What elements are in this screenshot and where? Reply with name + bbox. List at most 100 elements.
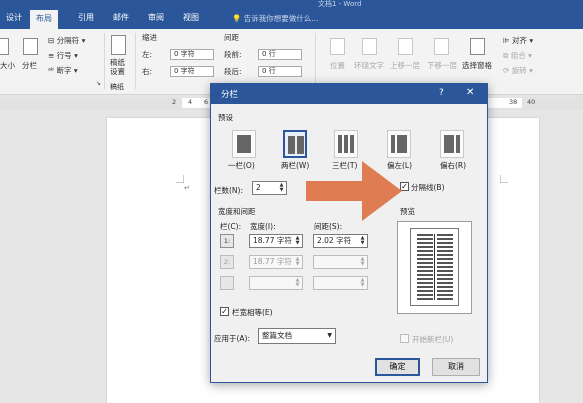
column-2-width-value: 18.77 字符 [253, 257, 292, 266]
column-2-width-field[interactable]: 18.77 字符 ▲ ▼ [249, 255, 303, 269]
divider-label: 分隔线(B) [411, 183, 445, 192]
three-columns-icon [350, 135, 354, 153]
wrap-text-button[interactable]: 环绕文字 [354, 60, 384, 71]
ruler-number: 40 [527, 98, 536, 106]
apply-to-value: 整篇文档 [262, 331, 292, 340]
preset-three-columns[interactable] [334, 130, 358, 158]
draft-paper-group-label: 稿纸 [110, 83, 124, 91]
ok-button[interactable]: 确定 [375, 358, 420, 376]
position-button[interactable]: 位置 [330, 60, 345, 71]
column-1-width-field[interactable]: 18.77 字符 ▲ ▼ [249, 234, 303, 248]
spinner-arrows-icon[interactable]: ▲ ▼ [359, 257, 366, 267]
apply-to-select[interactable]: 整篇文档 ▼ [258, 328, 336, 344]
rotate-button[interactable]: ⟳ 旋转 ▾ [503, 65, 533, 76]
ruler-number: 6 [204, 98, 209, 106]
title-bar: 文档1 - Word [0, 0, 583, 8]
preset-right[interactable] [440, 130, 464, 158]
preset-one-column[interactable] [232, 130, 256, 158]
line-numbers-button[interactable]: ≡ 行号 ▾ [48, 50, 78, 61]
spinner-arrows-icon[interactable]: ▲ ▼ [294, 278, 301, 288]
new-column-checkbox[interactable] [400, 334, 409, 343]
apply-to-label: 应用于(A): [214, 334, 251, 343]
line-numbers-label: 行号 [56, 51, 72, 60]
column-3-spacing-field[interactable]: ▲ ▼ [313, 276, 368, 290]
spinner-arrows-icon[interactable]: ▲ ▼ [278, 183, 285, 193]
align-button[interactable]: ⊫ 对齐 ▾ [503, 35, 533, 46]
dialog-title: 分栏 [221, 90, 239, 100]
columns-button[interactable]: 分栏 [22, 60, 37, 71]
spinner-arrows-icon[interactable]: ▲ ▼ [359, 278, 366, 288]
paragraph-mark-icon: ↵ [184, 184, 190, 192]
send-backward-icon [434, 38, 449, 55]
crop-mark-icon [500, 175, 508, 183]
column-3-button[interactable] [220, 276, 234, 290]
selection-pane-icon [470, 38, 485, 55]
hyphenation-button[interactable]: ᵃᵇ 断字 ▾ [48, 65, 78, 76]
crop-mark-icon [176, 175, 184, 183]
three-columns-icon [344, 135, 348, 153]
tell-me-text: 告诉我你想要做什么... [243, 14, 319, 23]
spacing-before-spinner[interactable]: 0 行 [258, 49, 302, 60]
tab-view[interactable]: 视图 [183, 12, 199, 23]
tab-review[interactable]: 审阅 [148, 12, 164, 23]
tab-design[interactable]: 设计 [6, 12, 22, 23]
hyphenation-icon: ᵃᵇ [48, 66, 55, 75]
group-icon: ⧉ [503, 51, 509, 60]
spinner-arrows-icon[interactable]: ▲ ▼ [359, 236, 366, 246]
draft-paper-setting-button[interactable]: 稿纸设置 [110, 58, 132, 76]
ribbon-separator [135, 33, 136, 89]
equal-width-label: 栏宽相等(E) [232, 308, 273, 317]
cancel-button[interactable]: 取消 [432, 358, 480, 376]
three-columns-icon [338, 135, 342, 153]
preset-two-columns[interactable] [283, 130, 307, 158]
preview-column-left [417, 234, 433, 300]
selection-pane-button[interactable]: 选择窗格 [462, 60, 492, 71]
num-columns-spinner[interactable]: 2 ▲ ▼ [252, 181, 287, 195]
spacing-after-spinner[interactable]: 0 行 [258, 66, 302, 77]
columns-icon [23, 38, 38, 55]
ribbon-separator [104, 33, 105, 89]
send-backward-button[interactable]: 下移一层 [427, 60, 457, 71]
breaks-label: 分隔符 [56, 36, 80, 45]
indent-left-label: 左: [142, 50, 153, 59]
rotate-icon: ⟳ [503, 66, 510, 75]
column-1-width-value: 18.77 字符 [253, 236, 292, 245]
draft-paper-icon [111, 35, 126, 55]
group-button[interactable]: ⧉ 组合 ▾ [503, 50, 532, 61]
size-icon [0, 38, 9, 55]
group-label: 组合 [510, 51, 526, 60]
breaks-button[interactable]: ⊟ 分隔符 ▾ [48, 35, 85, 46]
tell-me-box[interactable]: 💡 告诉我你想要做什么... [232, 13, 318, 24]
equal-width-checkbox[interactable]: ✓ [220, 307, 229, 316]
indent-right-spinner[interactable]: 0 字符 [170, 66, 214, 77]
indent-left-spinner[interactable]: 0 字符 [170, 49, 214, 60]
spacing-before-label: 段前: [224, 50, 242, 59]
column-1-spacing-field[interactable]: 2.02 字符 ▲ ▼ [313, 234, 368, 248]
lightbulb-icon: 💡 [232, 14, 242, 23]
preset-right-label: 偏右(R) [440, 161, 467, 170]
close-icon[interactable]: ✕ [466, 87, 474, 98]
wrap-text-icon [362, 38, 377, 55]
size-button[interactable]: 大小 [0, 60, 15, 71]
column-2-button[interactable]: 2: [220, 255, 234, 269]
ribbon-tab-bar: 设计 布局 引用 邮件 审阅 视图 💡 告诉我你想要做什么... [0, 8, 583, 29]
page-setup-launcher-icon[interactable]: ↘ [96, 80, 101, 87]
tab-references[interactable]: 引用 [78, 12, 94, 23]
bring-forward-button[interactable]: 上移一层 [390, 60, 420, 71]
hyphenation-label: 断字 [56, 66, 72, 75]
tab-mailings[interactable]: 邮件 [113, 12, 129, 23]
column-2-spacing-field[interactable]: ▲ ▼ [313, 255, 368, 269]
one-column-icon [237, 135, 251, 153]
help-icon[interactable]: ? [439, 88, 444, 98]
column-1-button[interactable]: 1: [220, 234, 234, 248]
spinner-arrows-icon[interactable]: ▲ ▼ [294, 257, 301, 267]
tab-layout[interactable]: 布局 [30, 10, 58, 29]
column-3-width-field[interactable]: ▲ ▼ [249, 276, 303, 290]
line-numbers-icon: ≡ [48, 51, 55, 60]
num-columns-label: 栏数(N): [214, 186, 243, 195]
num-columns-value: 2 [256, 183, 261, 192]
indent-header: 缩进 [142, 33, 157, 42]
spinner-arrows-icon[interactable]: ▲ ▼ [294, 236, 301, 246]
preset-left[interactable] [387, 130, 411, 158]
spacing-after-label: 段后: [224, 67, 242, 76]
